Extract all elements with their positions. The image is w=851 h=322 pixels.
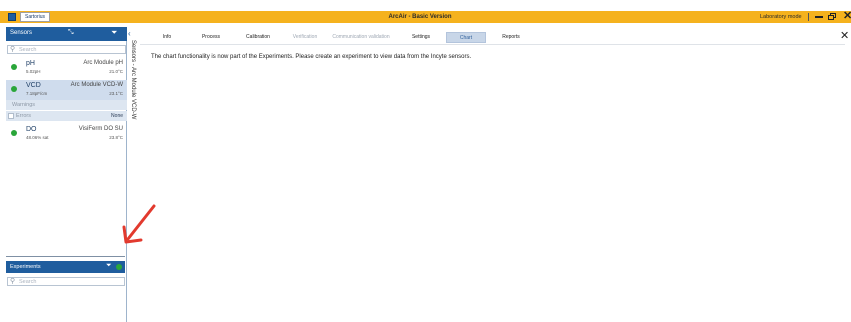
collapse-panel-icon[interactable]: ‹: [128, 29, 131, 38]
mode-separator: [808, 13, 809, 21]
tab-communication-validation[interactable]: Communication validation: [328, 32, 394, 43]
search-icon: ⚲: [10, 46, 16, 53]
tab-chart[interactable]: Chart: [446, 32, 486, 43]
errors-checkbox[interactable]: [8, 113, 14, 119]
sensor-search-placeholder: Search: [19, 47, 37, 53]
sensor-vertical-tab[interactable]: Sensors - Arc Module VCD-W: [127, 40, 137, 160]
errors-row[interactable]: Errors None: [6, 111, 127, 121]
annotation-arrow-icon: [122, 204, 156, 244]
close-tab-icon[interactable]: ✕: [840, 31, 849, 42]
minimize-icon[interactable]: [815, 16, 823, 18]
errors-label: Errors: [16, 113, 31, 119]
experiment-search-placeholder: Search: [19, 279, 37, 285]
errors-count: None: [111, 113, 123, 119]
close-icon[interactable]: ✕: [843, 10, 851, 22]
sensor-temp: 23.8°C: [109, 135, 123, 140]
sensor-type: Arc Module pH: [83, 60, 123, 66]
panel-divider[interactable]: [6, 256, 125, 257]
brand-label: Sartorius: [20, 12, 51, 22]
sensor-item-do[interactable]: DO 48.06% sat VisiFerm DO SU 23.8°C: [6, 124, 127, 144]
tab-reports[interactable]: Reports: [496, 32, 526, 43]
add-experiment-icon[interactable]: [116, 264, 122, 270]
sensor-temp: 23.1°C: [109, 91, 123, 96]
warnings-row[interactable]: Warnings: [6, 100, 127, 110]
status-ok-icon: [11, 64, 17, 70]
sensor-value: 7.18pF/cm: [26, 91, 48, 96]
window-title: ArcAir - Basic Version: [388, 14, 452, 20]
filter-icon[interactable]: ⏷: [106, 262, 112, 270]
sensor-name: VCD: [26, 82, 41, 89]
restore-icon[interactable]: [828, 13, 837, 21]
sensor-vertical-label: Sensors - Arc Module VCD-W: [130, 40, 136, 120]
sensor-type: Arc Module VCD-W: [70, 82, 123, 88]
sensor-value: 48.06% sat: [26, 135, 49, 140]
sensor-item-ph[interactable]: pH 5.02pH Arc Module pH 21.0°C: [6, 58, 127, 78]
sensor-name: DO: [26, 126, 37, 133]
tab-verification[interactable]: Verification: [286, 32, 324, 43]
experiment-search-input[interactable]: ⚲ Search: [7, 277, 125, 286]
mode-selector[interactable]: Laboratory mode: [760, 12, 802, 22]
title-bar: Sartorius ArcAir - Basic Version Laborat…: [0, 10, 851, 23]
sensors-header-label: Sensors: [10, 30, 33, 36]
tab-bar: Info Process Calibration Verification Co…: [140, 32, 840, 44]
app-logo-icon: [8, 13, 16, 21]
warnings-label: Warnings: [12, 102, 36, 108]
sensor-search-input[interactable]: ⚲ Search: [7, 45, 126, 54]
tab-settings[interactable]: Settings: [406, 32, 436, 43]
search-icon: ⚲: [10, 278, 16, 285]
filter-icon[interactable]: ⏷: [111, 28, 117, 38]
tab-process[interactable]: Process: [196, 32, 226, 43]
experiments-header: Experiments ⏷: [6, 261, 125, 273]
sensor-temp: 21.0°C: [109, 69, 123, 74]
sensor-name: pH: [26, 60, 35, 67]
sensors-header: Sensors ⤡ ⏷: [6, 27, 127, 41]
status-ok-icon: [11, 130, 17, 136]
chart-info-message: The chart functionality is now part of t…: [151, 54, 472, 60]
tab-info[interactable]: Info: [152, 32, 182, 43]
experiments-header-label: Experiments: [10, 264, 41, 270]
sensor-value: 5.02pH: [26, 69, 41, 74]
status-ok-icon: [11, 86, 17, 92]
tab-calibration[interactable]: Calibration: [240, 32, 276, 43]
tab-divider: [140, 44, 845, 45]
sensor-item-vcd[interactable]: VCD 7.18pF/cm Arc Module VCD-W 23.1°C: [6, 80, 127, 100]
connect-icon[interactable]: ⤡: [68, 29, 74, 37]
sensor-type: VisiFerm DO SU: [78, 126, 123, 132]
